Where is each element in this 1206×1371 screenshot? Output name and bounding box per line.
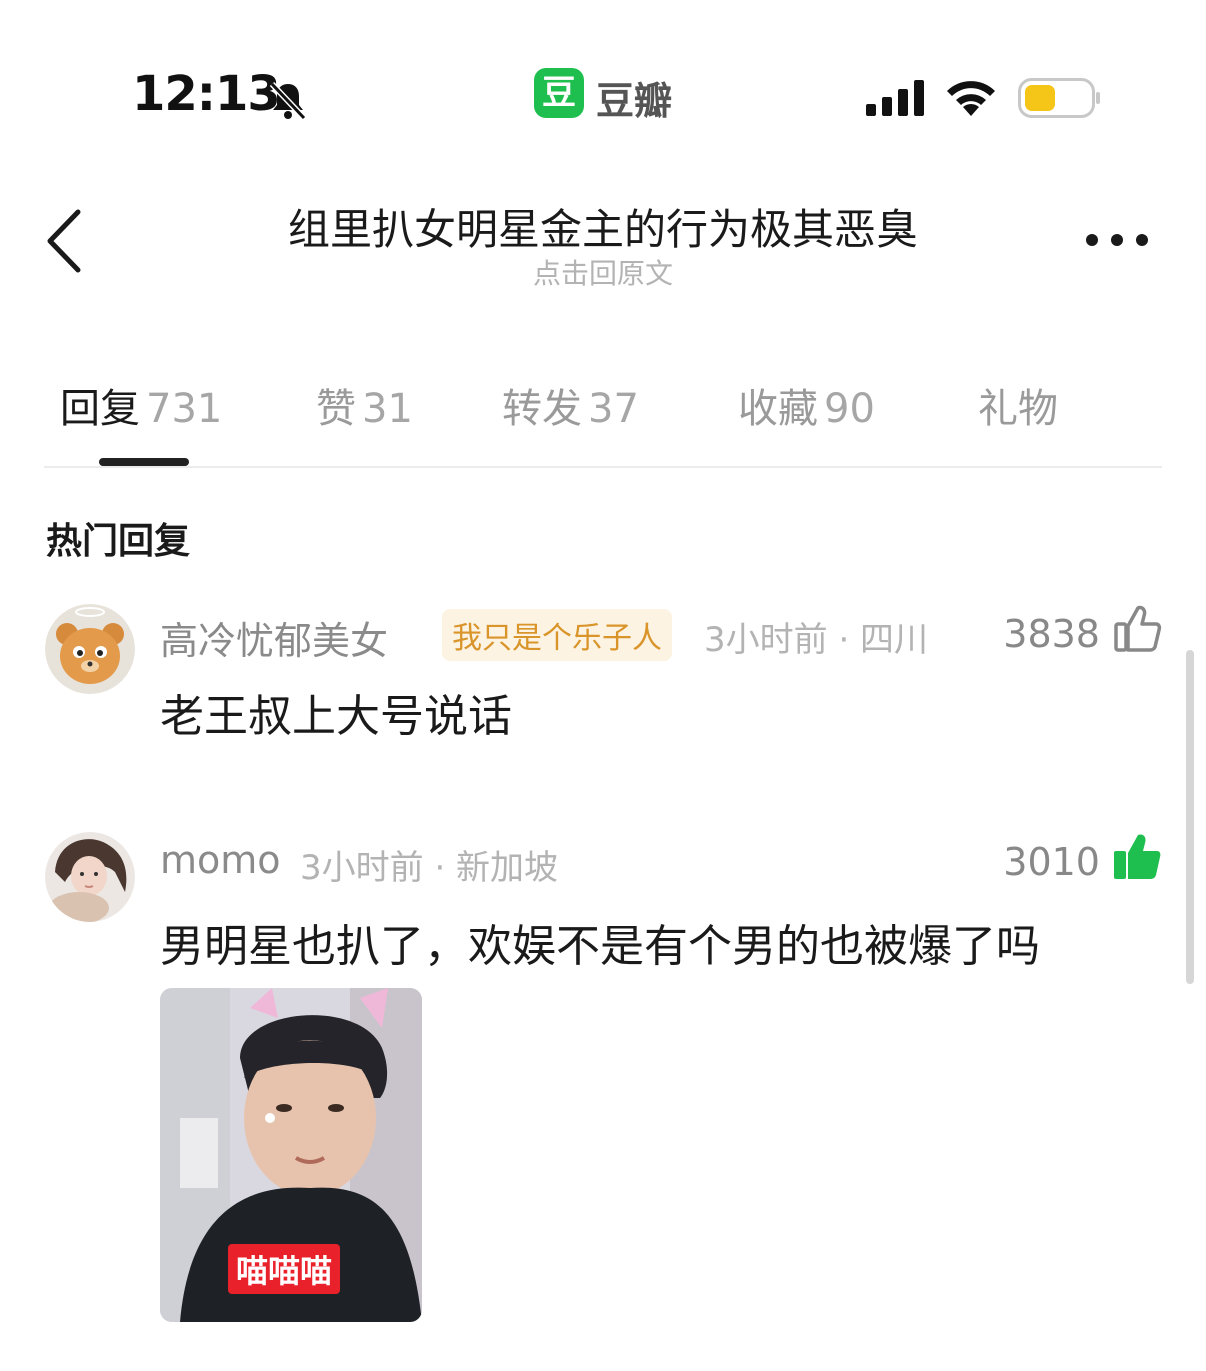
avatar[interactable] — [45, 832, 135, 922]
thumbs-up-filled-icon[interactable] — [1112, 832, 1162, 882]
status-bar: 12:13 豆 豆瓣 — [0, 0, 1206, 190]
tab-reshares[interactable]: 转发 37 — [502, 376, 639, 434]
status-time: 12:13 — [132, 66, 281, 122]
image-sticker-text: 喵喵喵 — [228, 1244, 341, 1294]
more-dots-icon[interactable] — [1084, 232, 1150, 248]
tab-likes[interactable]: 赞 31 — [316, 376, 413, 434]
tab-collections[interactable]: 收藏 90 — [738, 376, 875, 434]
tab-count: 31 — [362, 386, 413, 432]
comment-meta: 3小时前 · 四川 — [704, 620, 929, 660]
comment-author[interactable]: momo — [160, 838, 281, 882]
douban-app-icon: 豆 — [534, 68, 584, 118]
page-title[interactable]: 组里扒女明星金主的行为极其恶臭 — [0, 196, 1206, 257]
section-title: 热门回复 — [46, 521, 191, 562]
comment-image[interactable]: 喵喵喵 — [160, 988, 422, 1322]
active-tab-indicator — [99, 458, 189, 466]
comment-text: 老王叔上大号说话 — [160, 691, 512, 742]
tab-count: 90 — [824, 386, 875, 432]
tab-bar: 回复 731 赞 31 转发 37 收藏 90 礼物 — [44, 372, 1162, 468]
like-count: 3838 — [1003, 612, 1100, 656]
tab-label: 收藏 — [738, 386, 818, 432]
tab-label: 回复 — [60, 386, 140, 432]
thumbs-up-icon[interactable] — [1112, 604, 1162, 654]
tab-replies[interactable]: 回复 731 — [60, 376, 222, 434]
like-count: 3010 — [1003, 840, 1100, 884]
cellular-signal-icon — [866, 80, 924, 116]
user-badge: 我只是个乐子人 — [442, 609, 672, 661]
tab-label: 赞 — [316, 386, 356, 432]
tab-count: 37 — [588, 386, 639, 432]
tab-gifts[interactable]: 礼物 — [978, 376, 1058, 434]
comment-text: 男明星也扒了，欢娱不是有个男的也被爆了吗 — [160, 921, 1040, 972]
view-original-link[interactable]: 点击回原文 — [0, 252, 1206, 292]
comment-author[interactable]: 高冷忧郁美女 — [160, 610, 388, 665]
tab-count: 731 — [146, 386, 223, 432]
battery-icon — [1018, 78, 1100, 118]
wifi-icon — [947, 81, 995, 116]
bell-off-icon — [269, 81, 307, 121]
app-name: 豆瓣 — [596, 79, 673, 123]
tab-label: 转发 — [502, 386, 582, 432]
comment-meta: 3小时前 · 新加坡 — [300, 848, 559, 888]
avatar[interactable] — [45, 604, 135, 694]
scrollbar[interactable] — [1186, 650, 1194, 984]
tab-label: 礼物 — [978, 386, 1058, 432]
